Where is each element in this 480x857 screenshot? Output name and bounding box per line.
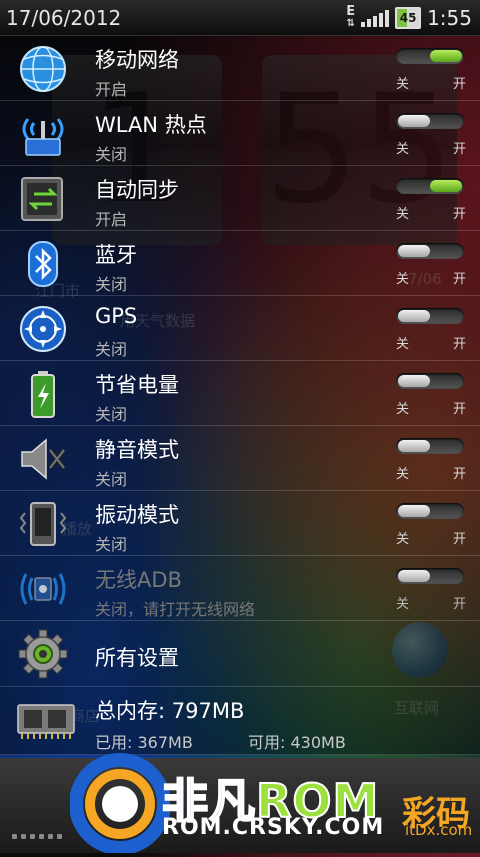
- memory-free: 可用: 430MB: [248, 733, 346, 752]
- bluetooth-toggle[interactable]: [396, 243, 464, 259]
- mobile-network-toggle[interactable]: [396, 48, 464, 64]
- row-memory-info[interactable]: 总内存: 797MB 已用: 367MB 可用: 430MB: [0, 687, 480, 755]
- battery-saver-icon: [16, 369, 70, 419]
- row-title: 自动同步: [95, 178, 179, 202]
- row-subtitle: 开启: [95, 210, 128, 229]
- row-subtitle: 关闭: [95, 145, 128, 164]
- row-subtitle: 关闭: [95, 340, 128, 359]
- row-all-settings[interactable]: 所有设置: [0, 621, 480, 687]
- row-mobile-network[interactable]: 移动网络 开启 关开: [0, 36, 480, 101]
- row-title: 移动网络: [95, 48, 179, 72]
- status-icons: E ⇅ 45 1:55: [346, 3, 472, 30]
- silent-mode-toggle[interactable]: [396, 438, 464, 454]
- status-date: 17/06/2012: [6, 5, 122, 30]
- network-type-icon: E ⇅: [346, 3, 356, 29]
- watermark-mark-sub: itDx.com: [405, 821, 473, 839]
- row-subtitle: 关闭: [95, 535, 128, 554]
- row-battery-saver[interactable]: 节省电量 关闭 关开: [0, 361, 480, 426]
- battery-saver-toggle[interactable]: [396, 373, 464, 389]
- gps-toggle[interactable]: [396, 308, 464, 324]
- wlan-hotspot-toggle[interactable]: [396, 113, 464, 129]
- app-drawer-icon[interactable]: [12, 834, 62, 839]
- row-title: 无线ADB: [95, 568, 182, 592]
- row-subtitle: 关闭: [95, 405, 128, 424]
- row-subtitle: 关闭: [95, 470, 128, 489]
- row-subtitle: 关闭: [95, 275, 128, 294]
- battery-icon: 45: [395, 6, 422, 29]
- row-title: 所有设置: [95, 646, 179, 670]
- row-title: 振动模式: [95, 503, 179, 527]
- globe-icon: [16, 44, 70, 94]
- row-title: GPS: [95, 304, 138, 328]
- row-title: 静音模式: [95, 438, 179, 462]
- status-bar: 17/06/2012 E ⇅ 45 1:55: [0, 0, 480, 36]
- row-auto-sync[interactable]: 自动同步 开启 关开: [0, 166, 480, 231]
- row-vibrate-mode[interactable]: 振动模式 关闭 关开: [0, 491, 480, 556]
- sync-icon: [16, 174, 70, 224]
- wireless-adb-icon: [16, 564, 70, 614]
- row-wireless-adb[interactable]: 无线ADB 关闭，请打开无线网络 关开: [0, 556, 480, 621]
- row-silent-mode[interactable]: 静音模式 关闭 关开: [0, 426, 480, 491]
- signal-strength-icon: [361, 9, 390, 27]
- row-title: 节省电量: [95, 373, 179, 397]
- row-title: WLAN 热点: [95, 113, 207, 137]
- bluetooth-icon: [16, 239, 70, 289]
- wireless-adb-toggle[interactable]: [396, 568, 464, 584]
- memory-used: 已用: 367MB: [95, 733, 193, 752]
- row-subtitle: 开启: [95, 80, 128, 99]
- memory-total: 总内存: 797MB: [95, 699, 245, 723]
- gear-icon: [16, 629, 70, 679]
- memory-chip-icon: [16, 695, 75, 745]
- wifi-hotspot-icon: [16, 109, 70, 159]
- row-bluetooth[interactable]: 蓝牙 关闭 关开: [0, 231, 480, 296]
- row-wlan-hotspot[interactable]: WLAN 热点 关闭 关开: [0, 101, 480, 166]
- status-time: 1:55: [427, 5, 472, 30]
- row-gps[interactable]: GPS 关闭 关开: [0, 296, 480, 361]
- watermark-url: ROM.CRSKY.COM: [162, 815, 385, 840]
- gps-icon: [16, 304, 70, 354]
- speaker-mute-icon: [16, 434, 70, 484]
- quick-settings-list: 移动网络 开启 关开 WLAN 热点 关闭 关开 自动同步 开启 关 开 蓝牙 …: [0, 36, 480, 755]
- auto-sync-toggle[interactable]: [396, 178, 464, 194]
- vibrate-mode-toggle[interactable]: [396, 503, 464, 519]
- row-subtitle: 关闭，请打开无线网络: [95, 600, 256, 619]
- row-title: 蓝牙: [95, 243, 137, 267]
- vibrate-icon: [16, 499, 70, 549]
